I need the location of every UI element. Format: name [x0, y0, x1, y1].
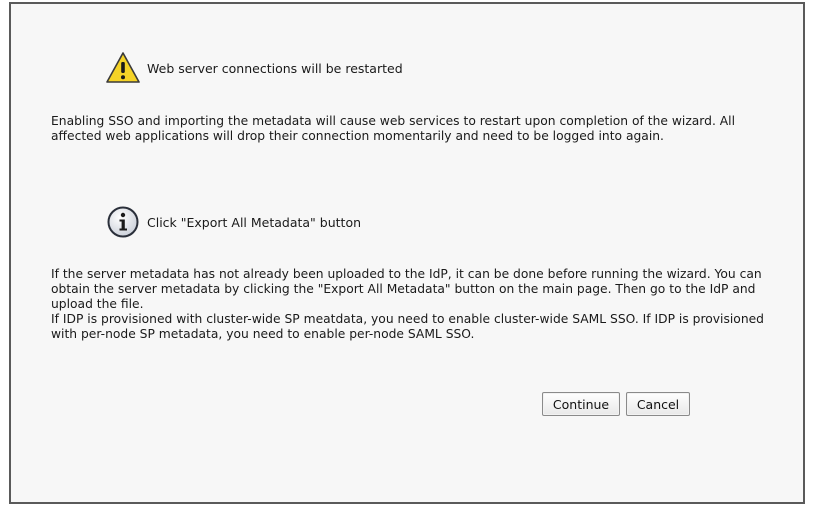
info-message-line-1: If the server metadata has not already b…	[51, 267, 762, 311]
warning-triangle-icon	[105, 50, 141, 86]
sso-wizard-dialog: Web server connections will be restarted…	[9, 2, 805, 504]
info-notice: Click "Export All Metadata" button	[105, 204, 361, 240]
warning-message: Enabling SSO and importing the metadata …	[51, 114, 736, 143]
continue-button[interactable]: Continue	[542, 392, 620, 416]
info-icon	[105, 204, 141, 240]
info-message-line-2: If IDP is provisioned with cluster-wide …	[51, 312, 764, 341]
info-heading: Click "Export All Metadata" button	[147, 214, 362, 230]
info-message: If the server metadata has not already b…	[51, 267, 783, 342]
warning-heading: Web server connections will be restarted	[147, 60, 403, 76]
warning-notice: Web server connections will be restarted	[105, 50, 403, 86]
cancel-button[interactable]: Cancel	[626, 392, 690, 416]
